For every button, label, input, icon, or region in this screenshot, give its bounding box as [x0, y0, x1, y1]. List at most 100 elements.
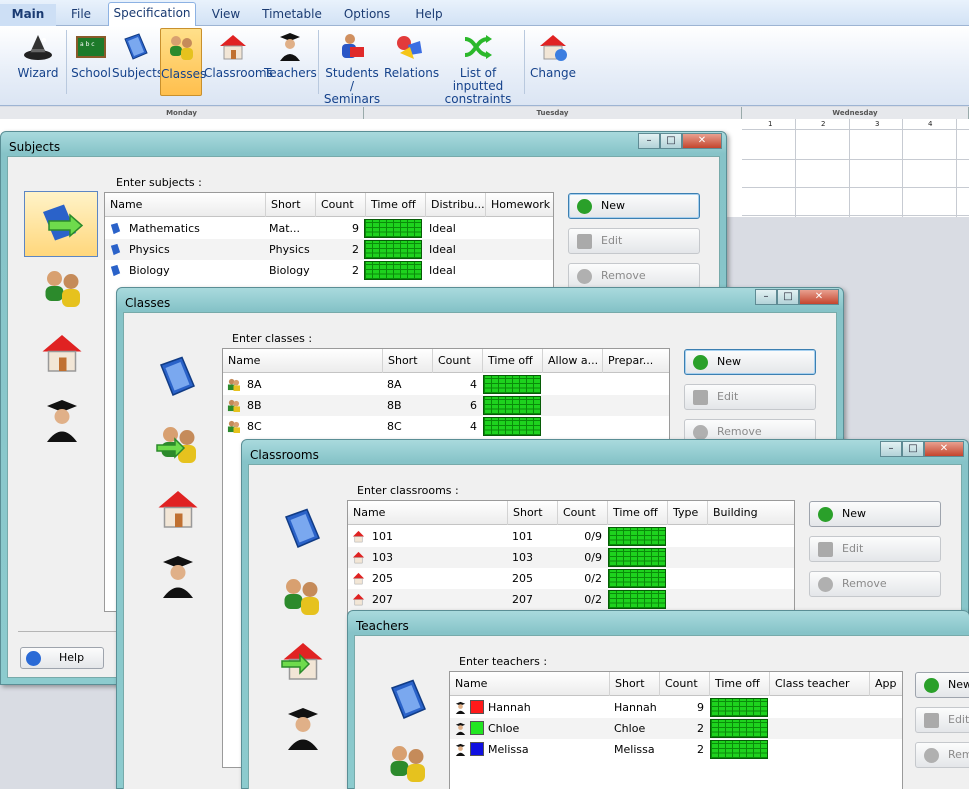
time-off-grid[interactable] — [710, 740, 768, 759]
sidebar-classes[interactable] — [152, 421, 204, 469]
sidebar-classrooms[interactable] — [277, 637, 329, 685]
table-row[interactable]: 103 103 0/9 — [348, 547, 794, 568]
table-row[interactable]: 205 205 0/2 — [348, 568, 794, 589]
column-header[interactable]: Distribu... — [426, 193, 486, 217]
minimize-button[interactable]: – — [755, 289, 777, 305]
close-button[interactable]: ✕ — [924, 441, 964, 457]
table-row[interactable]: 8B 8B 6 — [223, 395, 669, 416]
time-off-grid[interactable] — [364, 240, 422, 259]
sidebar-teachers[interactable] — [38, 397, 86, 445]
table-row[interactable]: Chloe Chloe 2 — [450, 718, 902, 739]
sidebar-classes[interactable] — [383, 740, 431, 788]
table-row[interactable]: 8A 8A 4 — [223, 374, 669, 395]
column-header[interactable]: Short — [610, 672, 660, 696]
time-off-grid[interactable] — [608, 569, 666, 588]
remove-classroom-button[interactable]: Remove — [809, 571, 941, 597]
new-classroom-button[interactable]: New — [809, 501, 941, 527]
close-button[interactable]: ✕ — [682, 133, 722, 149]
sidebar-classes[interactable] — [277, 573, 325, 621]
sidebar-subjects[interactable] — [277, 505, 325, 553]
column-header[interactable]: Time off — [710, 672, 770, 696]
column-header[interactable]: Time off — [366, 193, 426, 217]
tab-main[interactable]: Main — [0, 4, 56, 26]
table-row[interactable]: 207 207 0/2 — [348, 589, 794, 610]
edit-class-button[interactable]: Edit — [684, 384, 816, 410]
sidebar-subjects[interactable] — [24, 191, 98, 257]
remove-teacher-button[interactable]: Remo — [915, 742, 969, 768]
time-off-grid[interactable] — [364, 261, 422, 280]
sidebar-teachers[interactable] — [279, 705, 327, 753]
teachers-button[interactable]: Teachers — [264, 28, 317, 96]
column-header[interactable]: App — [870, 672, 902, 696]
column-header[interactable]: Short — [508, 501, 558, 525]
column-header[interactable]: Name — [348, 501, 508, 525]
column-header[interactable]: Short — [266, 193, 316, 217]
sidebar-subjects[interactable] — [383, 676, 431, 724]
maximize-button[interactable]: □ — [777, 289, 799, 305]
relations-button[interactable]: Relations — [384, 28, 439, 96]
column-header[interactable]: Count — [316, 193, 366, 217]
minimize-button[interactable]: – — [638, 133, 660, 149]
sidebar-subjects[interactable] — [152, 353, 200, 401]
table-row[interactable]: Mathematics Mat... 9 Ideal — [105, 218, 553, 239]
sidebar-classrooms[interactable] — [38, 329, 86, 377]
change-button[interactable]: Change — [528, 28, 578, 96]
tab-timetable[interactable]: Timetable — [256, 4, 328, 26]
column-header[interactable]: Short — [383, 349, 433, 373]
time-off-grid[interactable] — [608, 527, 666, 546]
teacher-color-swatch[interactable] — [470, 721, 484, 735]
help-button[interactable]: Help — [20, 647, 104, 669]
teacher-color-swatch[interactable] — [470, 700, 484, 714]
table-row[interactable]: 8C 8C 4 — [223, 416, 669, 437]
column-header[interactable]: Name — [105, 193, 266, 217]
time-off-grid[interactable] — [483, 417, 541, 436]
table-row[interactable]: 101 101 0/9 — [348, 526, 794, 547]
sidebar-classrooms[interactable] — [154, 485, 202, 533]
column-header[interactable]: Type — [668, 501, 708, 525]
table-row[interactable]: Melissa Melissa 2 — [450, 739, 902, 760]
tab-help[interactable]: Help — [406, 4, 452, 26]
new-class-button[interactable]: New — [684, 349, 816, 375]
table-row[interactable]: Physics Physics 2 Ideal — [105, 239, 553, 260]
tab-file[interactable]: File — [60, 4, 102, 26]
table-row[interactable]: Biology Biology 2 Ideal — [105, 260, 553, 281]
time-off-grid[interactable] — [608, 548, 666, 567]
teachers-table[interactable]: Name Short Count Time off Class teacher … — [449, 671, 903, 789]
column-header[interactable]: Class teacher — [770, 672, 870, 696]
column-header[interactable]: Time off — [608, 501, 668, 525]
time-off-grid[interactable] — [364, 219, 422, 238]
column-header[interactable]: Count — [558, 501, 608, 525]
time-off-grid[interactable] — [483, 375, 541, 394]
column-header[interactable]: Name — [450, 672, 610, 696]
column-header[interactable]: Allow a... — [543, 349, 603, 373]
tab-view[interactable]: View — [203, 4, 249, 26]
table-row[interactable]: Hannah Hannah 9 — [450, 697, 902, 718]
time-off-grid[interactable] — [710, 698, 768, 717]
column-header[interactable]: Homework p — [486, 193, 553, 217]
classes-button[interactable]: Classes — [160, 28, 206, 96]
time-off-grid[interactable] — [608, 590, 666, 609]
minimize-button[interactable]: – — [880, 441, 902, 457]
sidebar-classes[interactable] — [38, 265, 86, 313]
column-header[interactable]: Time off — [483, 349, 543, 373]
wizard-button[interactable]: Wizard — [14, 28, 62, 96]
time-off-grid[interactable] — [483, 396, 541, 415]
teacher-color-swatch[interactable] — [470, 742, 484, 756]
edit-classroom-button[interactable]: Edit — [809, 536, 941, 562]
column-header[interactable]: Count — [433, 349, 483, 373]
new-teacher-button[interactable]: New — [915, 672, 969, 698]
time-off-grid[interactable] — [710, 719, 768, 738]
maximize-button[interactable]: □ — [660, 133, 682, 149]
classrooms-button[interactable]: Classrooms — [204, 28, 273, 96]
school-button[interactable]: a b c School — [70, 28, 112, 96]
column-header[interactable]: Building — [708, 501, 794, 525]
tab-options[interactable]: Options — [336, 4, 398, 26]
tab-specification[interactable]: Specification — [108, 2, 196, 27]
sidebar-teachers[interactable] — [154, 553, 202, 601]
inputted-constraints-button[interactable]: List of inputted constraints — [436, 28, 520, 106]
maximize-button[interactable]: □ — [902, 441, 924, 457]
close-button[interactable]: ✕ — [799, 289, 839, 305]
column-header[interactable]: Prepar... — [603, 349, 669, 373]
edit-teacher-button[interactable]: Edit — [915, 707, 969, 733]
edit-subject-button[interactable]: Edit — [568, 228, 700, 254]
